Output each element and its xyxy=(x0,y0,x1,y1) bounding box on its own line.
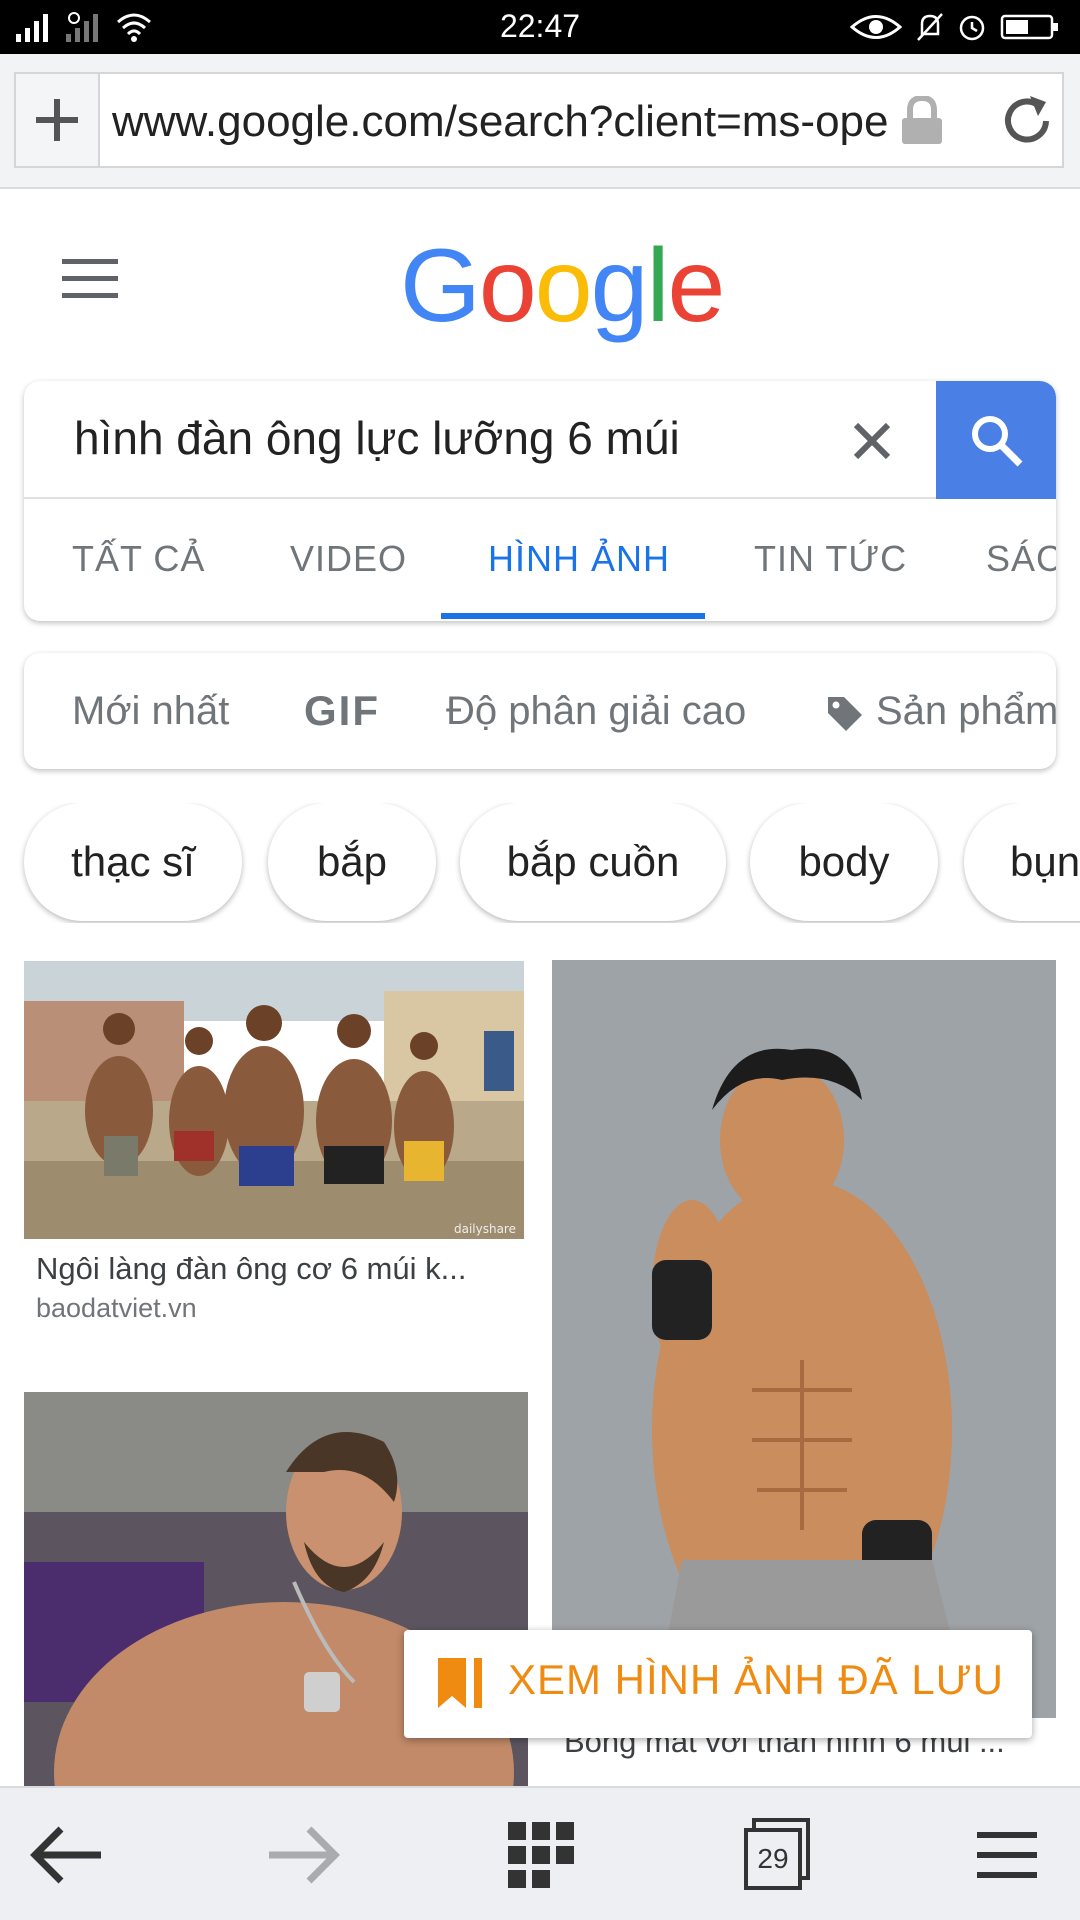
tool-newest[interactable]: Mới nhất xyxy=(72,653,229,769)
chip[interactable]: bụng xyxy=(964,803,1080,921)
google-results-page: Google hình đàn ông lực lưỡng 6 múi TẤT … xyxy=(0,191,1080,1786)
url-box[interactable]: www.google.com/search?client=ms-opera-mo… xyxy=(14,72,1064,168)
chip[interactable]: body xyxy=(750,803,938,921)
tab-video[interactable]: VIDEO xyxy=(290,501,407,621)
logo-letter: o xyxy=(478,228,537,344)
forward-button[interactable] xyxy=(258,1810,348,1900)
search-input[interactable]: hình đàn ông lực lưỡng 6 múi xyxy=(74,411,680,465)
plus-icon xyxy=(36,99,78,141)
battery-icon xyxy=(1000,14,1058,40)
mute-bell-icon xyxy=(917,13,943,41)
chip[interactable]: thạc sĩ xyxy=(24,803,242,921)
lock-icon xyxy=(902,96,942,144)
related-chips: thạc sĩ bắp bắp cuồn body bụng xyxy=(0,803,1080,923)
logo-letter: g xyxy=(590,228,649,344)
menu-icon xyxy=(977,1832,1037,1878)
back-button[interactable] xyxy=(22,1810,112,1900)
result-thumbnail[interactable] xyxy=(552,960,1056,1718)
browser-menu-button[interactable] xyxy=(962,1810,1052,1900)
saved-images-label: XEM HÌNH ẢNH ĐÃ LƯU xyxy=(508,1656,1004,1703)
search-tools-bar: Mới nhất GIF Độ phân giải cao Sản phẩm xyxy=(24,653,1056,769)
url-text[interactable]: www.google.com/search?client=ms-opera-mo… xyxy=(112,94,890,150)
reload-icon[interactable] xyxy=(998,92,1056,150)
logo-letter: G xyxy=(400,228,481,344)
google-logo[interactable]: Google xyxy=(400,228,726,344)
new-tab-button[interactable] xyxy=(16,74,100,166)
result-thumbnail[interactable]: dailyshare xyxy=(24,961,524,1239)
search-button[interactable] xyxy=(936,381,1056,499)
image-result[interactable]: dailyshare Ngôi làng đàn ông cơ 6 múi k.… xyxy=(24,961,524,1323)
tab-all[interactable]: TẤT CẢ xyxy=(72,501,205,621)
result-title[interactable]: Ngôi làng đàn ông cơ 6 múi k... xyxy=(36,1251,516,1287)
saved-images-button[interactable]: XEM HÌNH ẢNH ĐÃ LƯU xyxy=(404,1630,1032,1738)
forward-arrow-icon xyxy=(269,1826,340,1884)
chip[interactable]: bắp cuồn xyxy=(460,803,726,921)
tabs-button[interactable]: 29 xyxy=(732,1810,822,1900)
search-icon xyxy=(972,416,1023,467)
eye-icon xyxy=(850,15,902,39)
tab-books[interactable]: SÁCH xyxy=(986,501,1056,621)
alarm-icon xyxy=(959,15,985,41)
tab-news[interactable]: TIN TỨC xyxy=(754,501,907,621)
watermark: dailyshare xyxy=(454,1222,516,1236)
tabs-icon: 29 xyxy=(742,1818,812,1892)
tool-high-resolution[interactable]: Độ phân giải cao xyxy=(446,653,746,769)
back-arrow-icon xyxy=(30,1826,101,1884)
tab-images[interactable]: HÌNH ẢNH xyxy=(488,501,670,621)
result-site[interactable]: baodatviet.vn xyxy=(36,1293,197,1324)
status-right-icons xyxy=(850,12,1060,42)
tab-count: 29 xyxy=(757,1843,789,1874)
grid-icon xyxy=(508,1822,574,1888)
tool-products-label: Sản phẩm xyxy=(876,689,1056,733)
logo-letter: l xyxy=(646,228,669,344)
browser-bottom-bar: 29 xyxy=(0,1786,1080,1920)
speed-dial-button[interactable] xyxy=(496,1810,586,1900)
chip[interactable]: bắp xyxy=(268,803,436,921)
active-tab-indicator xyxy=(441,613,705,619)
clear-search-icon[interactable] xyxy=(844,413,900,469)
logo-letter: e xyxy=(667,228,726,344)
tag-icon xyxy=(828,697,862,732)
search-row: hình đàn ông lực lưỡng 6 múi xyxy=(24,381,1056,499)
browser-address-bar: www.google.com/search?client=ms-opera-mo… xyxy=(0,54,1080,189)
bookmark-icon xyxy=(438,1658,482,1708)
logo-letter: o xyxy=(534,228,593,344)
tool-products[interactable]: Sản phẩm xyxy=(824,653,1056,769)
search-tabs: TẤT CẢ VIDEO HÌNH ẢNH TIN TỨC SÁCH xyxy=(24,501,1056,621)
hamburger-menu-icon[interactable] xyxy=(62,259,118,299)
tool-gif[interactable]: GIF xyxy=(304,653,380,769)
search-card: hình đàn ông lực lưỡng 6 múi TẤT CẢ VIDE… xyxy=(24,381,1056,621)
status-bar: 22:47 xyxy=(0,0,1080,54)
